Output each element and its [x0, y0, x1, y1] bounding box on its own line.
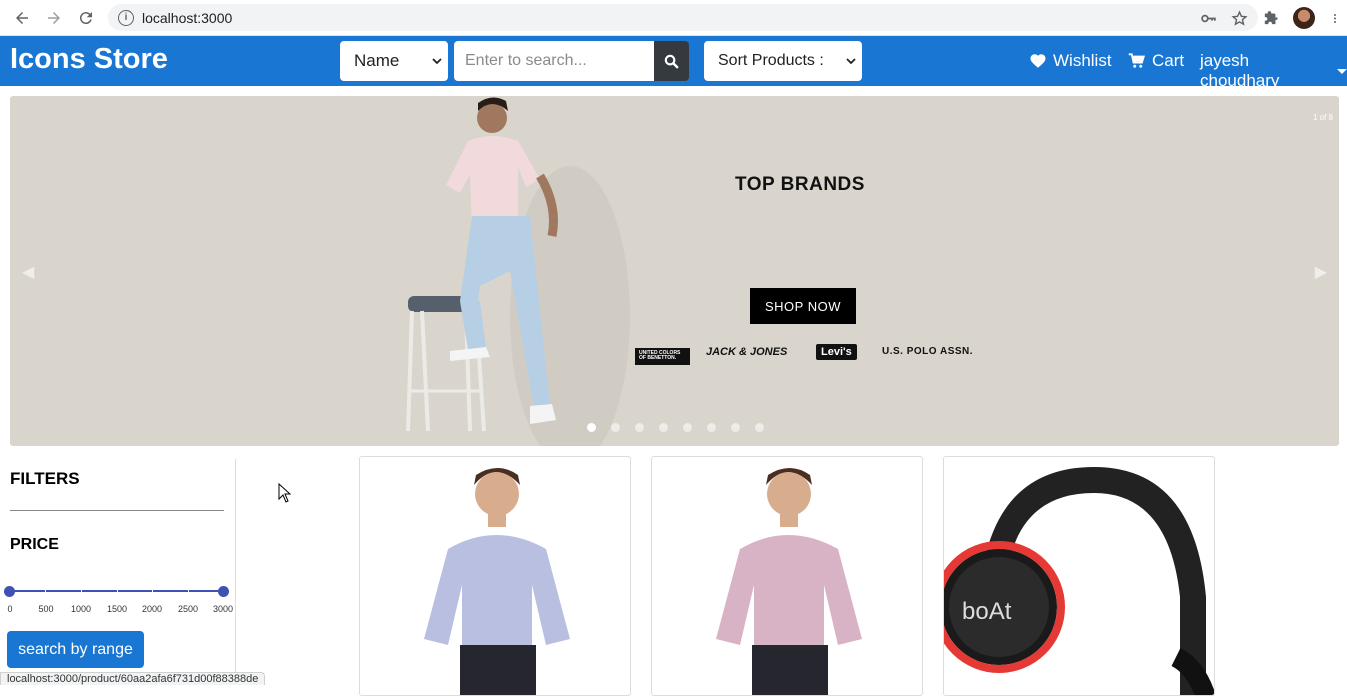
carousel-dot[interactable]: [659, 423, 668, 432]
search-input[interactable]: Enter to search...: [454, 41, 654, 81]
profile-avatar[interactable]: [1293, 7, 1315, 29]
search-by-select[interactable]: Name: [340, 41, 448, 81]
carousel-dot[interactable]: [635, 423, 644, 432]
app-header: Icons Store Name Enter to search... Sort…: [0, 36, 1347, 90]
boat-logo: boAt: [962, 598, 1012, 625]
polo-logo: U.S. POLO ASSN.: [882, 346, 974, 357]
carousel-dot[interactable]: [587, 423, 596, 432]
range-tick: [117, 590, 118, 592]
product-image: [424, 468, 570, 695]
chevron-down-icon: [432, 58, 442, 65]
product-image: boAt: [944, 467, 1214, 695]
cart-icon: [1128, 53, 1146, 68]
forward-icon[interactable]: [38, 2, 70, 34]
banner-title: TOP BRANDS: [735, 174, 865, 195]
search-by-range-button[interactable]: search by range: [7, 631, 144, 668]
extensions-icon[interactable]: [1262, 10, 1279, 27]
star-icon[interactable]: [1231, 9, 1248, 27]
slide-counter: 1 of 8: [1312, 113, 1333, 122]
carousel-dot[interactable]: [731, 423, 740, 432]
tick-label: 500: [38, 604, 54, 614]
cart-link[interactable]: Cart: [1127, 51, 1184, 71]
filters-panel: FILTERS PRICE 0 500 1000 1500 2000 2500 …: [0, 459, 236, 685]
range-tick: [45, 590, 46, 592]
range-min-thumb[interactable]: [4, 586, 15, 597]
promo-carousel[interactable]: 1 of 8 ◀ ▶ TOP BRANDS SHOP NOW UNITED CO…: [10, 96, 1339, 446]
caret-down-icon: [1337, 69, 1347, 74]
menu-dots-icon[interactable]: [1329, 10, 1341, 27]
tick-label: 2000: [141, 604, 163, 614]
url-text: localhost:3000: [142, 9, 233, 26]
cart-label: Cart: [1152, 51, 1185, 70]
shop-now-button[interactable]: SHOP NOW: [750, 288, 856, 324]
next-slide-icon[interactable]: ▶: [1315, 262, 1327, 282]
heart-icon: [1030, 54, 1046, 68]
reload-icon[interactable]: [70, 2, 102, 34]
mouse-cursor-icon: [278, 483, 292, 503]
jack-jones-logo: JACK & JONES: [706, 346, 788, 358]
price-title: PRICE: [10, 536, 59, 553]
benetton-logo: UNITED COLORS OF BENETTON.: [635, 348, 690, 365]
sort-label: Sort Products :: [718, 52, 824, 69]
prev-slide-icon[interactable]: ◀: [22, 262, 34, 282]
status-url: localhost:3000/product/60aa2afa6f731d00f…: [0, 672, 266, 685]
user-name: jayesh choudhary: [1200, 51, 1280, 90]
sort-products-select[interactable]: Sort Products :: [704, 41, 862, 81]
address-bar[interactable]: i localhost:3000: [108, 4, 1258, 31]
product-card[interactable]: boAt: [943, 456, 1215, 696]
back-icon[interactable]: [6, 2, 38, 34]
wishlist-link[interactable]: Wishlist: [1028, 51, 1112, 71]
tick-label: 0: [7, 604, 13, 614]
browser-toolbar: i localhost:3000: [0, 0, 1347, 36]
user-menu[interactable]: jayesh choudhary: [1200, 51, 1347, 91]
tick-label: 3000: [212, 604, 234, 614]
levis-logo: Levi's: [816, 344, 857, 360]
chevron-down-icon: [846, 58, 856, 65]
model-image: [406, 97, 630, 446]
search-button[interactable]: [654, 41, 689, 81]
range-tick: [188, 590, 189, 592]
carousel-dot[interactable]: [707, 423, 716, 432]
site-info-icon[interactable]: i: [118, 9, 134, 26]
tick-label: 2500: [177, 604, 199, 614]
search-icon: [664, 54, 679, 68]
tick-label: 1000: [70, 604, 92, 614]
search-placeholder: Enter to search...: [465, 52, 587, 69]
product-card[interactable]: [359, 456, 631, 696]
filters-title: FILTERS: [10, 469, 80, 488]
product-card[interactable]: [651, 456, 923, 696]
key-icon[interactable]: [1200, 10, 1217, 27]
search-by-value: Name: [354, 51, 400, 70]
product-image: [716, 468, 862, 695]
carousel-dots: [587, 423, 764, 432]
carousel-dot[interactable]: [755, 423, 764, 432]
range-max-thumb[interactable]: [218, 586, 229, 597]
range-tick: [152, 590, 153, 592]
divider: [10, 510, 224, 511]
range-tick: [81, 590, 82, 592]
carousel-dot[interactable]: [683, 423, 692, 432]
brand-logo[interactable]: Icons Store: [10, 43, 168, 76]
tick-label: 1500: [106, 604, 128, 614]
wishlist-label: Wishlist: [1053, 51, 1112, 70]
carousel-dot[interactable]: [611, 423, 620, 432]
